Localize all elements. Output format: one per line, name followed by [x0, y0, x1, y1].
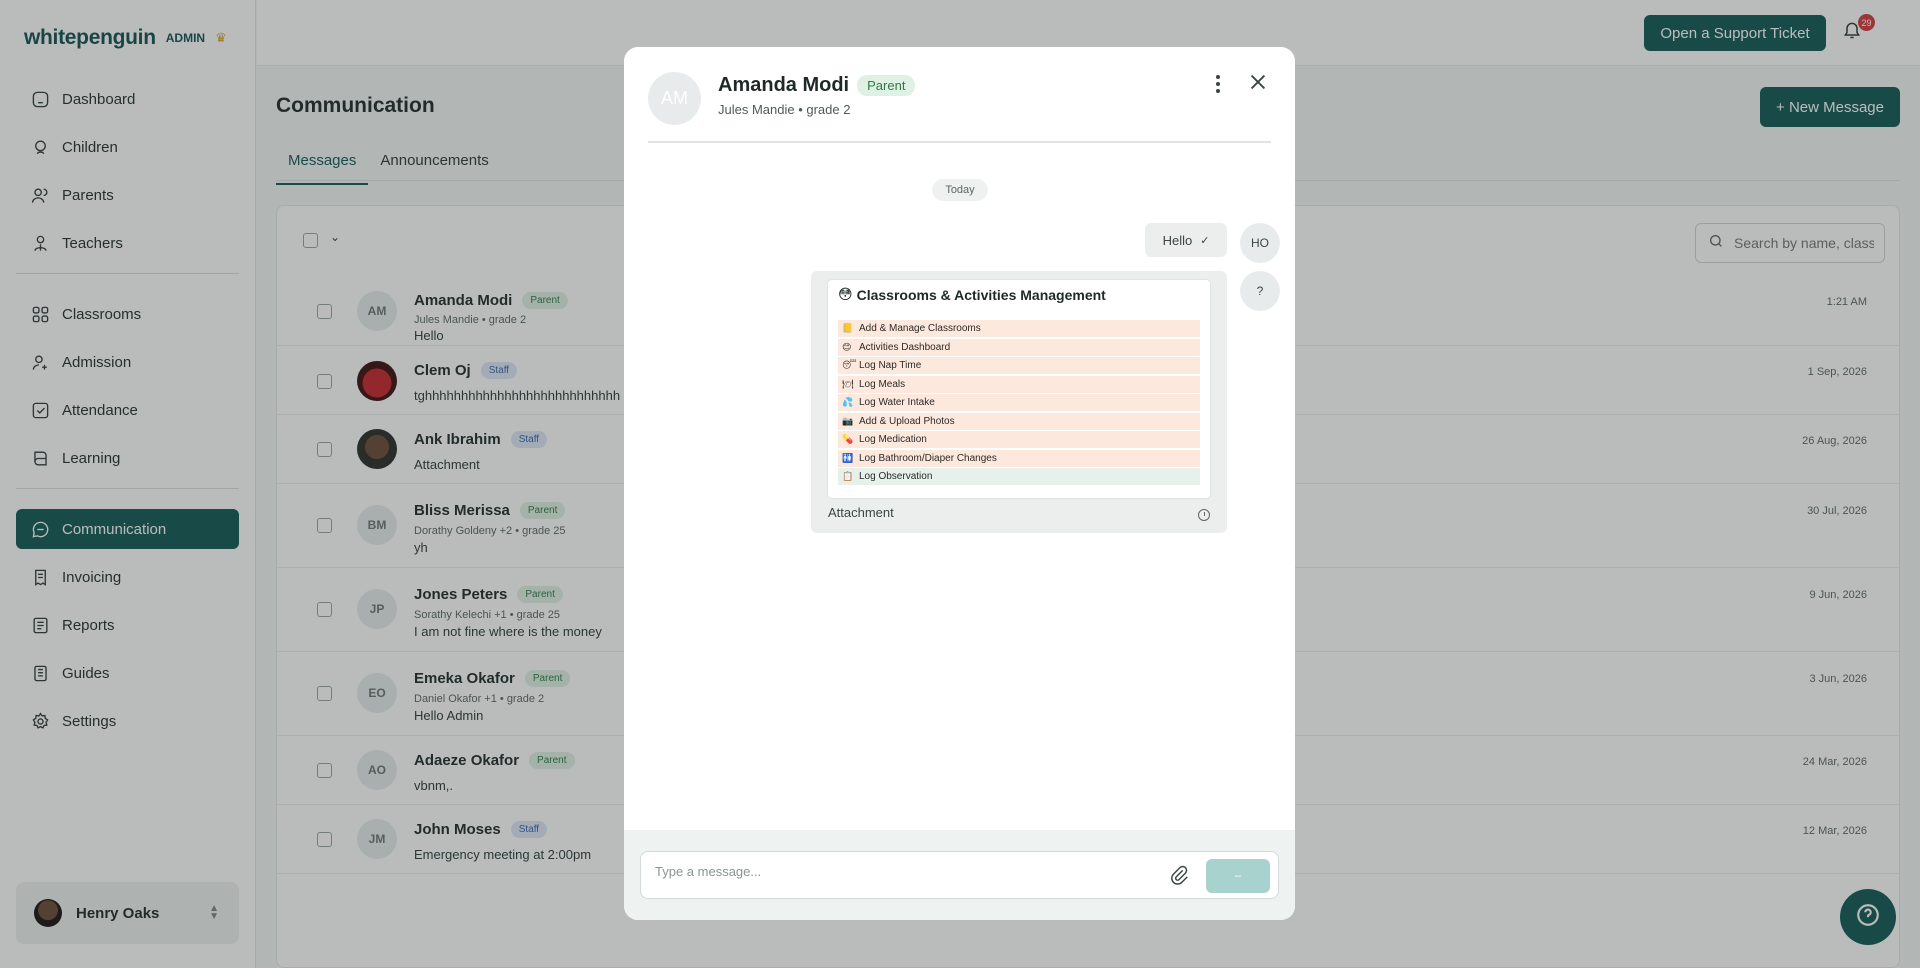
conversation-modal: AM Amanda Modi Parent Jules Mandie • gra…	[624, 47, 1295, 920]
attachment-preview[interactable]: 😳 Classrooms & Activities Management 📒 Ad…	[828, 280, 1210, 498]
attach-button[interactable]	[1168, 864, 1192, 888]
composer: –	[624, 830, 1295, 920]
attachment-list: 📒 Add & Manage Classrooms 😊 Activities Das…	[838, 320, 1200, 487]
date-separator: Today	[932, 179, 988, 201]
attachment-bubble[interactable]: 😳 Classrooms & Activities Management 📒 Ad…	[811, 271, 1227, 533]
modal-name-line: Amanda Modi Parent	[718, 74, 916, 97]
message-text: Hello	[1162, 232, 1193, 248]
avatar: AM	[648, 72, 701, 125]
list-item: 📋 Log Observation	[838, 468, 1200, 485]
modal-divider	[648, 141, 1271, 143]
message-bubble: Hello ✓	[1145, 223, 1227, 257]
clock-icon	[1198, 509, 1210, 521]
avatar: ?	[1240, 271, 1280, 311]
paperclip-icon	[1168, 865, 1190, 890]
list-item: 😴 Log Nap Time	[838, 357, 1200, 374]
list-item: 📷 Add & Upload Photos	[838, 412, 1200, 430]
list-item: 💦 Log Water Intake	[838, 394, 1200, 411]
message-input[interactable]	[655, 864, 1135, 879]
send-button[interactable]: –	[1206, 859, 1270, 893]
close-icon	[1247, 74, 1269, 97]
list-item: 📒 Add & Manage Classrooms	[838, 320, 1200, 337]
list-item: 😊 Activities Dashboard	[838, 338, 1200, 356]
close-button[interactable]	[1247, 71, 1269, 93]
list-item: 💊 Log Medication	[838, 431, 1200, 448]
attachment-label: Attachment	[828, 505, 894, 520]
contact-name: Amanda Modi	[718, 74, 850, 96]
more-options-icon[interactable]	[1208, 72, 1228, 96]
role-badge: Parent	[857, 75, 916, 96]
attachment-title: 😳 Classrooms & Activities Management	[838, 286, 1106, 303]
list-item: 🍽 Log Meals	[838, 375, 1200, 393]
flushed-face-icon: 😳	[838, 286, 853, 302]
list-item: 🚻 Log Bathroom/Diaper Changes	[838, 449, 1200, 467]
avatar: HO	[1240, 223, 1280, 263]
composer-box: –	[640, 851, 1279, 899]
contact-sub: Jules Mandie • grade 2	[718, 102, 851, 117]
check-icon: ✓	[1200, 234, 1210, 247]
